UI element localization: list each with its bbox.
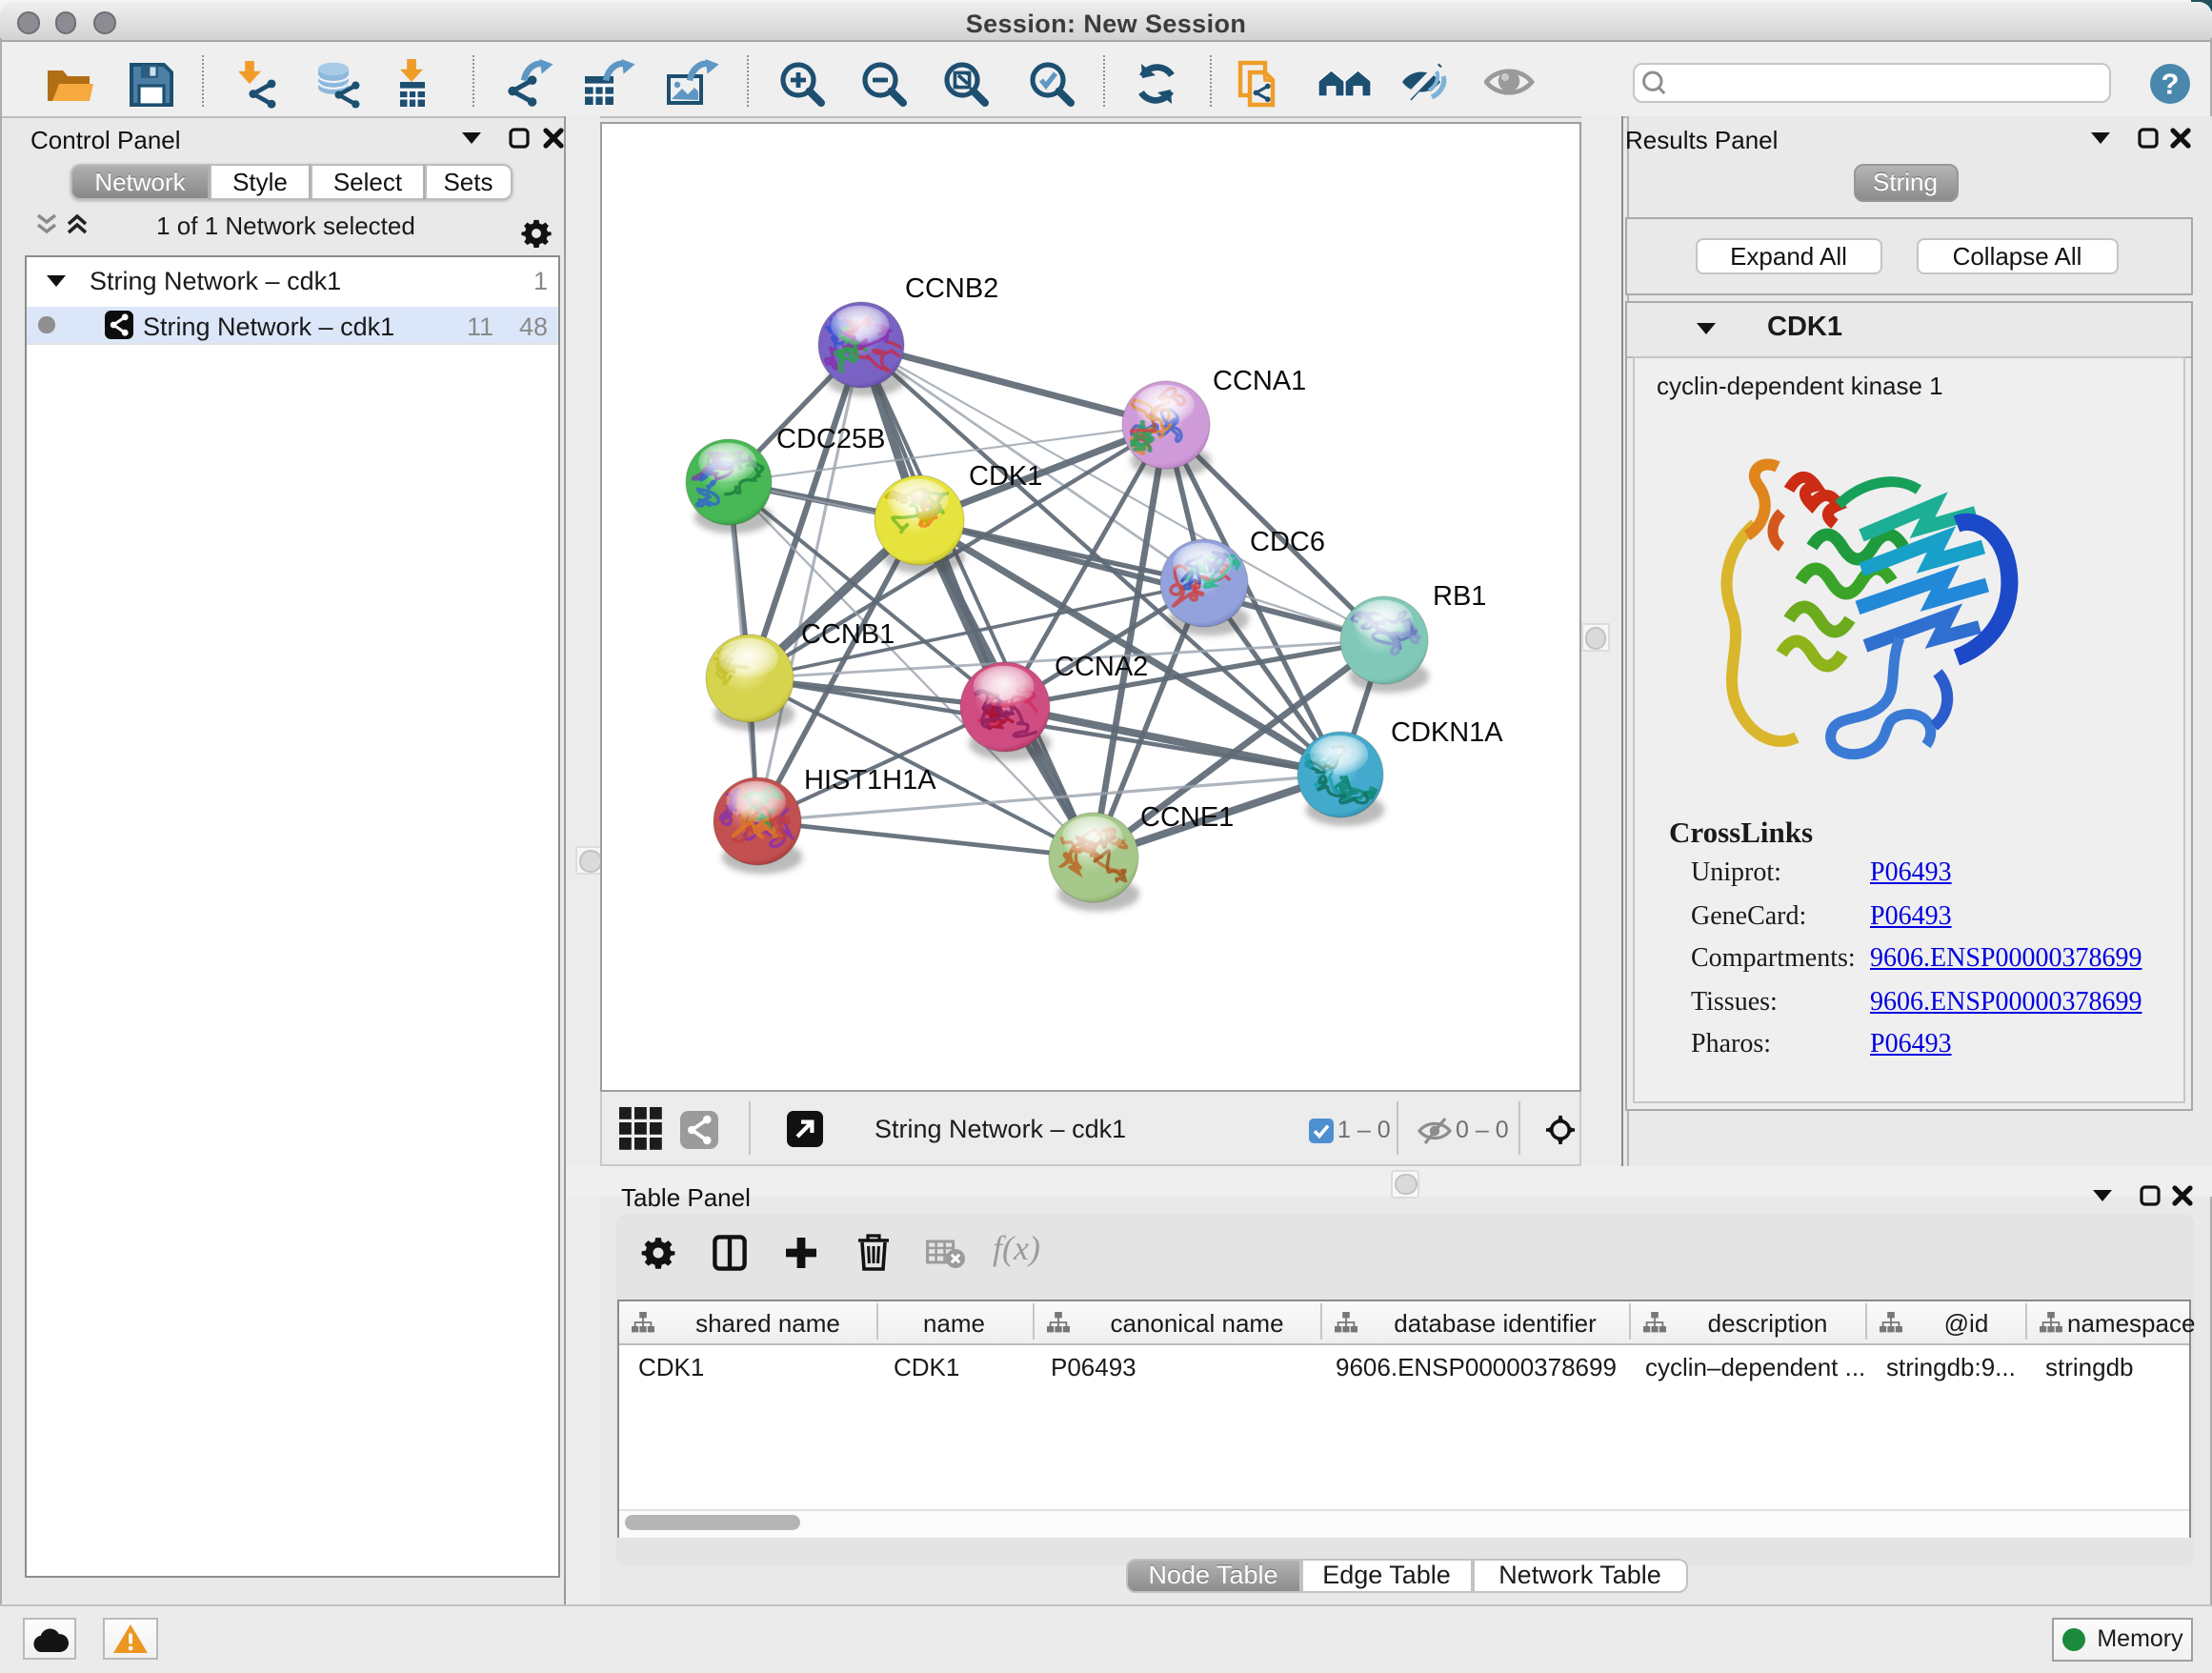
svg-text:CDC25B: CDC25B: [776, 423, 885, 454]
svg-text:CDKN1A: CDKN1A: [1391, 716, 1503, 747]
svg-text:CCNA1: CCNA1: [1213, 365, 1306, 395]
svg-text:CCNA2: CCNA2: [1055, 651, 1148, 681]
svg-text:CCNB1: CCNB1: [801, 618, 895, 649]
svg-text:RB1: RB1: [1433, 580, 1486, 611]
svg-text:CDC6: CDC6: [1250, 526, 1325, 556]
svg-text:CCNE1: CCNE1: [1140, 801, 1234, 832]
svg-text:HIST1H1A: HIST1H1A: [804, 764, 936, 795]
svg-text:CDK1: CDK1: [969, 460, 1042, 491]
svg-text:CCNB2: CCNB2: [905, 272, 998, 303]
svg-text:?: ?: [2161, 67, 2179, 100]
